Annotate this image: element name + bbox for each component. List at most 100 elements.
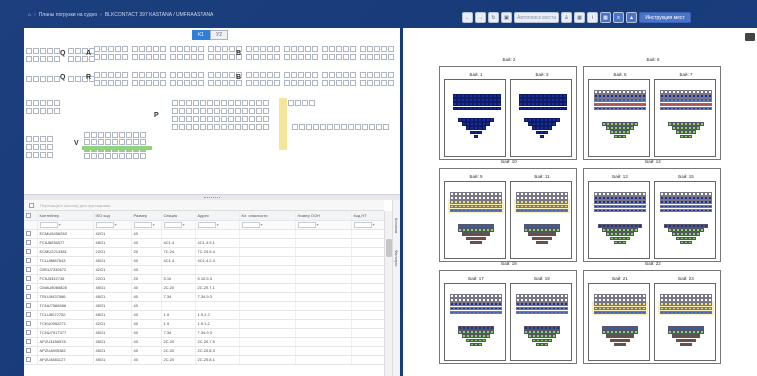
container-slot[interactable] [552,122,556,126]
container-slot[interactable] [564,306,568,311]
container-slot[interactable] [563,102,567,106]
container-slot[interactable] [564,196,568,200]
help-button[interactable]: Инструкция мест [639,12,691,23]
table-cell[interactable] [24,238,38,248]
container-slot[interactable] [708,294,712,298]
container-slot[interactable] [692,130,696,134]
container-slot[interactable] [708,204,712,209]
bay-card[interactable]: Бай: 21 [588,276,650,361]
container-slot[interactable] [486,122,490,126]
column-header[interactable]: Код НТ [351,211,385,221]
container-slot[interactable] [497,102,501,106]
save-icon[interactable]: ▣ [501,12,512,23]
container-slot[interactable] [498,208,502,213]
container-slot[interactable] [490,326,494,330]
filter-cell[interactable]: ▾ [351,220,385,230]
table-cell[interactable] [24,247,38,257]
container-slot[interactable] [700,122,704,126]
column-header[interactable] [24,211,38,221]
filter-cell[interactable]: ▾ [131,220,162,230]
container-slot[interactable] [548,338,552,343]
table-row[interactable]: APZU4881127 45G1 40 2С.20 2С.20.8.1 [24,355,385,365]
container-slot[interactable] [564,192,568,196]
container-slot[interactable] [478,342,482,347]
lock-icon[interactable]: ▲ [626,12,637,23]
container-slot[interactable] [642,90,646,94]
table-row[interactable]: TCNU7917377 45G1 40 7.34 7.34.9.3 [24,328,385,338]
table-cell[interactable] [24,346,38,356]
group-drop-zone[interactable]: Перетащите колонку для группировки [24,200,384,211]
table-row[interactable]: FCIU8036577 45G1 40 4С1.4 4С1.4.9.1 [24,238,385,248]
container-slot[interactable] [556,228,560,232]
container-slot[interactable] [696,232,700,236]
container-slot[interactable] [688,342,692,347]
container-slot[interactable] [564,294,568,298]
bay-card[interactable]: Бай: 3 [510,72,572,157]
bay-cell-row[interactable] [246,80,394,86]
bay-card[interactable]: Бай: 19 [510,276,572,361]
bay-cell-row[interactable] [94,46,242,52]
bay-card[interactable]: Бай: 11 [510,174,572,259]
side-tab-columns[interactable]: Колонки [394,218,399,233]
container-slot[interactable] [544,342,548,347]
list-view-icon[interactable]: ≡ [613,12,624,23]
bay-cell-row[interactable] [288,100,315,106]
container-slot[interactable] [548,126,552,130]
container-slot[interactable] [642,302,646,306]
bay-cell-row[interactable] [172,124,269,130]
container-slot[interactable] [490,118,494,122]
table-row[interactable]: TCKU0952271 42G1 40 1.9 1.9.1.2 [24,319,385,329]
container-slot[interactable] [482,126,486,130]
container-slot[interactable] [708,298,712,302]
container-slot[interactable] [564,302,568,306]
container-slot[interactable] [642,106,646,111]
table-cell[interactable] [24,256,38,266]
container-slot[interactable] [642,94,646,98]
bay-cell-row[interactable] [26,48,60,54]
table-row[interactable]: TCLU6072752 45G1 40 1.9 1.9.1.2 [24,310,385,320]
table-cell[interactable] [24,283,38,293]
container-slot[interactable] [556,326,560,330]
container-slot[interactable] [622,342,626,347]
side-tab-filters[interactable]: Фильтры [394,250,399,266]
table-cell[interactable] [24,337,38,347]
container-slot[interactable] [563,94,567,98]
container-slot[interactable] [700,228,704,232]
bay-card[interactable]: Бай: 5 [588,72,650,157]
grid-icon[interactable]: ▦ [574,12,585,23]
bay-cell-row[interactable] [26,152,53,158]
table-cell[interactable] [24,319,38,329]
container-slot[interactable] [708,200,712,204]
container-slot[interactable] [544,130,548,135]
container-slot[interactable] [688,134,692,139]
column-header[interactable]: ISO код [93,211,132,221]
bay-cell-row[interactable] [94,54,242,60]
bay-card[interactable]: Бай: 9 [444,174,506,259]
container-slot[interactable] [692,338,696,343]
container-slot[interactable] [497,98,501,102]
filter-cell[interactable]: ▾ [295,220,352,230]
container-slot[interactable] [478,130,482,135]
container-slot[interactable] [708,106,712,111]
breadcrumb-item-plans[interactable]: Планы погрузки на судно [39,12,97,18]
grid-view-icon[interactable]: ▦ [600,12,611,23]
bay-card[interactable]: Бай: 1 [444,72,506,157]
container-slot[interactable] [642,102,646,107]
container-slot[interactable] [642,192,646,196]
column-header[interactable]: Номер ООН [295,211,352,221]
bay-cell-row[interactable] [172,116,269,122]
container-slot[interactable] [638,224,642,228]
select-all-checkbox[interactable] [29,202,34,208]
table-cell[interactable] [24,292,38,302]
container-slot[interactable] [708,94,712,98]
table-scrollbar[interactable] [384,211,392,376]
container-slot[interactable] [708,208,712,213]
container-slot[interactable] [642,196,646,200]
table-row[interactable]: ECMU2213381 22G1 20 7С.24 7С.24.5.4 [24,247,385,257]
container-slot[interactable] [642,310,646,315]
container-slot[interactable] [498,200,502,204]
container-slot[interactable] [498,294,502,298]
container-slot[interactable] [626,338,630,343]
table-cell[interactable] [24,229,38,239]
container-slot[interactable] [634,330,638,334]
